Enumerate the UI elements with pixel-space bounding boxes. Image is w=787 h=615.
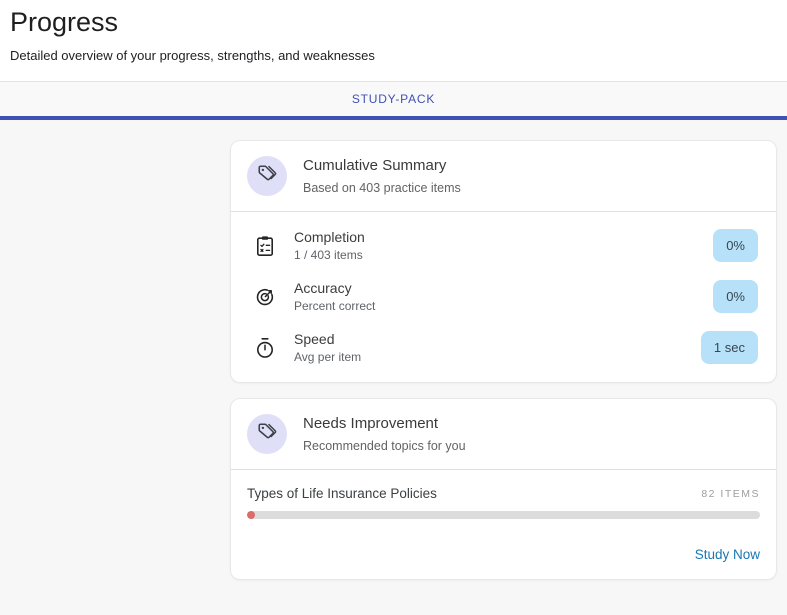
completion-value-badge: 0% bbox=[713, 229, 758, 262]
metric-text: Speed Avg per item bbox=[294, 331, 701, 364]
metric-sublabel: 1 / 403 items bbox=[294, 248, 713, 262]
tags-icon bbox=[257, 164, 277, 189]
metric-row-completion: Completion 1 / 403 items 0% bbox=[253, 229, 760, 262]
card-actions: Study Now bbox=[231, 519, 776, 579]
topic-progress-fill bbox=[247, 511, 255, 519]
topic-body: Types of Life Insurance Policies 82 ITEM… bbox=[231, 470, 776, 519]
improvement-card-header-text: Needs Improvement Recommended topics for… bbox=[303, 415, 466, 453]
summary-card: Cumulative Summary Based on 403 practice… bbox=[230, 140, 777, 383]
tab-study-pack[interactable]: STUDY-PACK bbox=[328, 84, 459, 114]
summary-card-header: Cumulative Summary Based on 403 practice… bbox=[231, 141, 776, 212]
metric-sublabel: Percent correct bbox=[294, 299, 713, 313]
metric-sublabel: Avg per item bbox=[294, 350, 701, 364]
improvement-card-subtitle: Recommended topics for you bbox=[303, 439, 466, 453]
stopwatch-icon bbox=[253, 336, 277, 360]
improvement-card-avatar bbox=[247, 414, 287, 454]
accuracy-value-badge: 0% bbox=[713, 280, 758, 313]
study-now-link[interactable]: Study Now bbox=[695, 547, 760, 562]
metric-text: Completion 1 / 403 items bbox=[294, 229, 713, 262]
metric-row-speed: Speed Avg per item 1 sec bbox=[253, 331, 760, 364]
metric-label: Speed bbox=[294, 331, 701, 347]
summary-card-subtitle: Based on 403 practice items bbox=[303, 181, 461, 195]
improvement-card-title: Needs Improvement bbox=[303, 415, 466, 432]
improvement-card: Needs Improvement Recommended topics for… bbox=[230, 398, 777, 580]
clipboard-checklist-icon bbox=[253, 234, 277, 258]
improvement-card-header: Needs Improvement Recommended topics for… bbox=[231, 399, 776, 470]
topic-name: Types of Life Insurance Policies bbox=[247, 486, 437, 501]
page-header: Progress Detailed overview of your progr… bbox=[0, 0, 787, 81]
metric-row-accuracy: Accuracy Percent correct 0% bbox=[253, 280, 760, 313]
content-area: Cumulative Summary Based on 403 practice… bbox=[0, 120, 787, 615]
summary-card-header-text: Cumulative Summary Based on 403 practice… bbox=[303, 157, 461, 195]
metric-text: Accuracy Percent correct bbox=[294, 280, 713, 313]
tab-bar: STUDY-PACK bbox=[0, 81, 787, 120]
page-title: Progress bbox=[10, 7, 777, 38]
summary-card-title: Cumulative Summary bbox=[303, 157, 461, 174]
topic-row: Types of Life Insurance Policies 82 ITEM… bbox=[247, 486, 760, 501]
speed-value-badge: 1 sec bbox=[701, 331, 758, 364]
tags-icon bbox=[257, 422, 277, 447]
metric-list: Completion 1 / 403 items 0% Accuracy bbox=[231, 212, 776, 382]
topic-progress-bar bbox=[247, 511, 760, 519]
metric-label: Accuracy bbox=[294, 280, 713, 296]
summary-card-avatar bbox=[247, 156, 287, 196]
target-accuracy-icon bbox=[253, 285, 277, 309]
metric-label: Completion bbox=[294, 229, 713, 245]
page-subtitle: Detailed overview of your progress, stre… bbox=[10, 48, 777, 81]
topic-items-count: 82 ITEMS bbox=[701, 488, 760, 500]
